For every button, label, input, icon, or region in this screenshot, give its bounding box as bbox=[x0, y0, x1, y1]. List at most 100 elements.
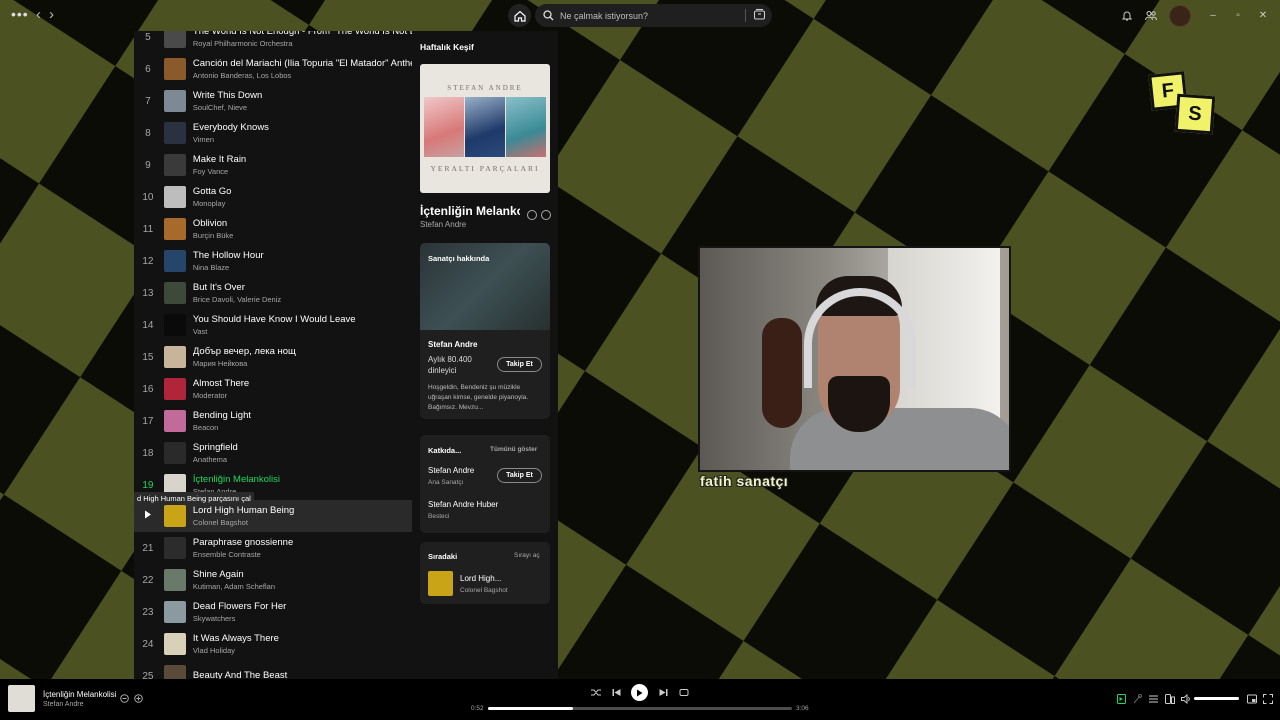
track-artist[interactable]: Nina Blaze bbox=[193, 262, 412, 273]
track-artist[interactable]: Foy Vance bbox=[193, 166, 412, 177]
track-row[interactable]: 12 The Hollow Hour Nina Blaze bbox=[134, 245, 412, 277]
add-icon[interactable] bbox=[541, 210, 551, 220]
browse-icon[interactable] bbox=[753, 8, 766, 21]
more-dots-icon[interactable]: ••• bbox=[11, 6, 29, 22]
open-queue-link[interactable]: Sırayı aç bbox=[514, 552, 540, 559]
track-title[interactable]: Shine Again bbox=[193, 569, 412, 581]
play-icon[interactable] bbox=[144, 510, 152, 519]
search-input[interactable]: Ne çalmak istiyorsun? bbox=[560, 11, 648, 21]
track-title[interactable]: Bending Light bbox=[193, 410, 412, 422]
track-row[interactable]: 6 Canción del Mariachi (Ilia Topuria "El … bbox=[134, 53, 412, 85]
track-row[interactable]: 16 Almost There Moderator bbox=[134, 373, 412, 405]
track-artist[interactable]: SoulChef, Nieve bbox=[193, 102, 412, 113]
track-row[interactable]: 8 Everybody Knows Vimen bbox=[134, 117, 412, 149]
add-icon[interactable] bbox=[134, 694, 143, 703]
track-title[interactable]: But It's Over bbox=[193, 282, 412, 294]
track-title[interactable]: Make It Rain bbox=[193, 154, 412, 166]
fullscreen-icon[interactable] bbox=[1263, 694, 1273, 704]
track-row[interactable]: 22 Shine Again Kutiman, Adam Scheflan bbox=[134, 564, 412, 596]
next-artist[interactable]: Colonel Bagshot bbox=[460, 587, 508, 594]
about-artist-card[interactable]: Sanatçı hakkında Stefan Andre Aylık 80.4… bbox=[420, 243, 550, 419]
connect-device-icon[interactable] bbox=[1165, 694, 1175, 704]
friends-activity-icon[interactable] bbox=[1141, 6, 1161, 26]
track-artist[interactable]: Vast bbox=[193, 326, 412, 337]
track-title[interactable]: Springfield bbox=[193, 442, 412, 454]
track-row[interactable]: 23 Dead Flowers For Her Skywatchers bbox=[134, 596, 412, 628]
user-avatar[interactable] bbox=[1169, 4, 1191, 27]
track-artist[interactable]: Kutiman, Adam Scheflan bbox=[193, 581, 412, 592]
track-title[interactable]: Gotta Go bbox=[193, 186, 412, 198]
search-bar[interactable]: Ne çalmak istiyorsun? bbox=[535, 4, 772, 27]
track-title[interactable]: Everybody Knows bbox=[193, 122, 412, 134]
track-row[interactable]: 13 But It's Over Brice Davoli, Valerie Den… bbox=[134, 277, 412, 309]
shuffle-icon[interactable] bbox=[591, 688, 601, 697]
panel-heading[interactable]: Haftalık Keşif bbox=[420, 42, 474, 52]
track-row[interactable]: 25 Beauty And The Beast bbox=[134, 660, 412, 679]
remove-icon[interactable] bbox=[527, 210, 537, 220]
track-row[interactable]: 5 The World Is Not Enough - From "The Wor… bbox=[134, 31, 412, 53]
track-artist[interactable]: Beacon bbox=[193, 422, 412, 433]
mini-player-icon[interactable] bbox=[1247, 694, 1257, 704]
show-all-link[interactable]: Tümünü göster bbox=[490, 446, 537, 453]
panel-track-title[interactable]: İçtenliğin Melankolisi bbox=[420, 204, 520, 218]
follow-button[interactable]: Takip Et bbox=[497, 357, 542, 372]
restore-icon[interactable]: ▫ bbox=[1227, 10, 1249, 21]
next-icon[interactable] bbox=[659, 688, 668, 697]
track-artist[interactable]: Skywatchers bbox=[193, 613, 412, 624]
track-title[interactable]: Canción del Mariachi (Ilia Topuria "El M… bbox=[193, 58, 412, 70]
track-row[interactable]: 15 Добър вечер, лека нощ Мария Нейкова bbox=[134, 341, 412, 373]
track-title[interactable]: Write This Down bbox=[193, 90, 412, 102]
track-artist[interactable]: Royal Philharmonic Orchestra bbox=[193, 38, 412, 49]
track-title[interactable]: Добър вечер, лека нощ bbox=[193, 346, 412, 358]
back-arrow-icon[interactable]: ‹ bbox=[36, 6, 41, 23]
home-button[interactable] bbox=[508, 4, 531, 27]
credit-follow-button[interactable]: Takip Et bbox=[497, 468, 542, 483]
track-title[interactable]: Beauty And The Beast bbox=[193, 670, 412, 679]
about-artist-name[interactable]: Stefan Andre bbox=[428, 340, 478, 349]
track-row[interactable]: 24 It Was Always There Vlad Holiday bbox=[134, 628, 412, 660]
play-button[interactable] bbox=[631, 684, 648, 701]
track-row[interactable]: 17 Bending Light Beacon bbox=[134, 405, 412, 437]
track-artist[interactable]: Moderator bbox=[193, 390, 412, 401]
track-artist[interactable]: Colonel Bagshot bbox=[193, 517, 412, 528]
track-title[interactable]: The Hollow Hour bbox=[193, 250, 412, 262]
minimize-icon[interactable]: – bbox=[1202, 10, 1224, 21]
now-playing-artist[interactable]: Stefan Andre bbox=[43, 701, 83, 708]
close-icon[interactable]: ✕ bbox=[1252, 10, 1274, 21]
track-artist[interactable]: Мария Нейкова bbox=[193, 358, 412, 369]
volume-icon[interactable] bbox=[1181, 694, 1191, 704]
now-playing-title[interactable]: İçtenliğin Melankolisi bbox=[43, 690, 116, 699]
credit2-name[interactable]: Stefan Andre Huber bbox=[428, 500, 498, 509]
track-artist[interactable]: Ensemble Contraste bbox=[193, 549, 412, 560]
track-title[interactable]: You Should Have Know I Would Leave bbox=[193, 314, 412, 326]
track-row[interactable]: 10 Gotta Go Monoplay bbox=[134, 181, 412, 213]
track-artist[interactable]: Vimen bbox=[193, 134, 412, 145]
track-row[interactable]: 9 Make It Rain Foy Vance bbox=[134, 149, 412, 181]
track-artist[interactable]: Vlad Holiday bbox=[193, 645, 412, 656]
track-title[interactable]: The World Is Not Enough - From "The Worl… bbox=[193, 31, 412, 38]
track-title[interactable]: It Was Always There bbox=[193, 633, 412, 645]
track-artist[interactable]: Antonio Banderas, Los Lobos bbox=[193, 70, 412, 81]
volume-slider[interactable] bbox=[1194, 697, 1239, 700]
microphone-icon[interactable] bbox=[1133, 694, 1142, 704]
track-title[interactable]: Lord High Human Being bbox=[193, 505, 412, 517]
repeat-icon[interactable] bbox=[679, 688, 689, 697]
now-playing-thumb[interactable] bbox=[8, 685, 35, 712]
next-thumb[interactable] bbox=[428, 571, 453, 596]
track-title[interactable]: İçtenliğin Melankolisi bbox=[193, 474, 412, 486]
track-row[interactable]: 21 Paraphrase gnossienne Ensemble Contrast… bbox=[134, 532, 412, 564]
track-row[interactable]: 14 You Should Have Know I Would Leave Vast bbox=[134, 309, 412, 341]
track-row[interactable]: 11 Oblivion Burçin Büke bbox=[134, 213, 412, 245]
track-artist[interactable]: Brice Davoli, Valerie Deniz bbox=[193, 294, 412, 305]
track-title[interactable]: Dead Flowers For Her bbox=[193, 601, 412, 613]
track-row[interactable]: 18 Springfield Anathema bbox=[134, 437, 412, 469]
panel-track-artist[interactable]: Stefan Andre bbox=[420, 220, 466, 229]
track-artist[interactable]: Monoplay bbox=[193, 198, 412, 209]
credit1-name[interactable]: Stefan Andre bbox=[428, 466, 474, 475]
bell-icon[interactable] bbox=[1117, 6, 1137, 26]
previous-icon[interactable] bbox=[612, 688, 621, 697]
track-artist[interactable]: Burçin Büke bbox=[193, 230, 412, 241]
forward-arrow-icon[interactable]: › bbox=[49, 6, 54, 23]
track-title[interactable]: Almost There bbox=[193, 378, 412, 390]
remove-icon[interactable] bbox=[120, 694, 129, 703]
